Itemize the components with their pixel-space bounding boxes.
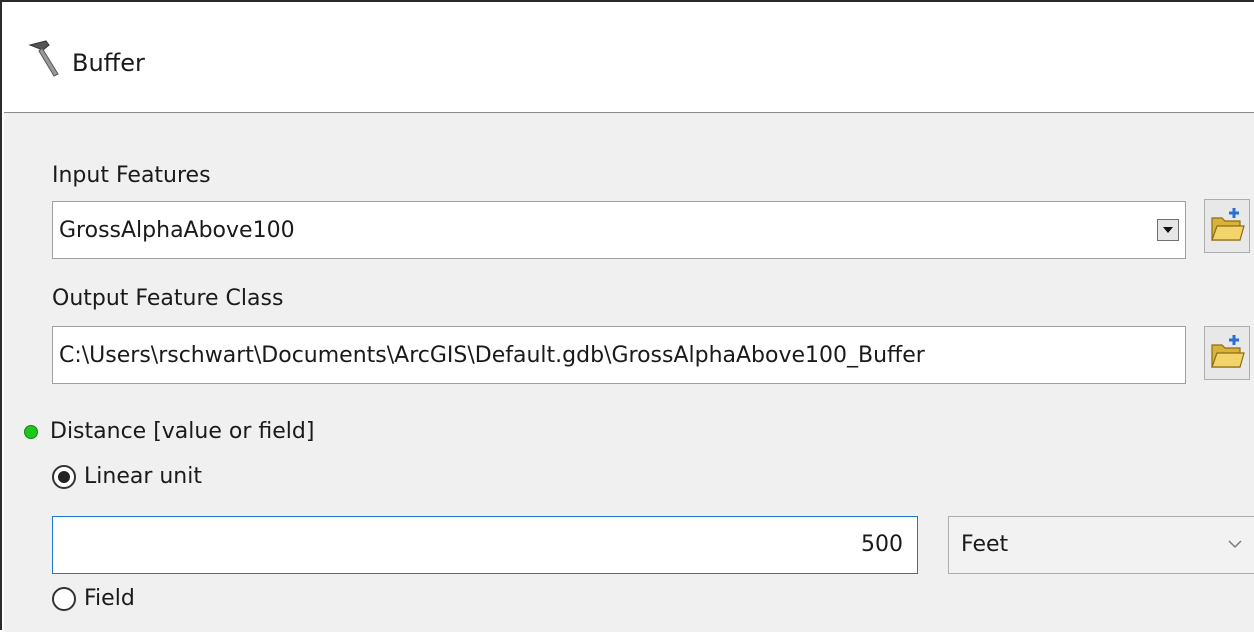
distance-unit-select[interactable]: Feet	[948, 516, 1254, 574]
output-feature-class-browse-button[interactable]	[1204, 326, 1250, 380]
distance-value: 500	[861, 532, 903, 557]
open-folder-icon	[1211, 335, 1245, 368]
output-feature-class-value: C:\Users\rschwart\Documents\ArcGIS\Defau…	[59, 343, 925, 368]
input-features-browse-button[interactable]	[1204, 199, 1250, 253]
input-features-combobox[interactable]: GrossAlphaAbove100	[52, 201, 1186, 259]
distance-label: Distance [value or field]	[50, 419, 315, 444]
required-parameter-indicator	[24, 425, 38, 439]
output-feature-class-label: Output Feature Class	[52, 286, 284, 311]
chevron-down-icon	[1228, 540, 1242, 549]
distance-value-input[interactable]: 500	[52, 516, 918, 574]
buffer-tool-window: Buffer Input Features GrossAlphaAbove100…	[0, 0, 1254, 632]
distance-unit-value: Feet	[961, 532, 1009, 557]
input-features-label: Input Features	[52, 163, 211, 188]
open-folder-icon	[1211, 208, 1245, 241]
input-features-value: GrossAlphaAbove100	[59, 218, 295, 243]
window-title: Buffer	[72, 49, 145, 77]
output-feature-class-input[interactable]: C:\Users\rschwart\Documents\ArcGIS\Defau…	[52, 326, 1186, 384]
field-radio[interactable]	[52, 587, 76, 611]
title-bar: Buffer	[4, 4, 1254, 113]
linear-unit-label[interactable]: Linear unit	[84, 463, 202, 491]
field-label[interactable]: Field	[84, 585, 135, 613]
tool-parameters-panel: Input Features GrossAlphaAbove100 Output…	[4, 113, 1254, 632]
linear-unit-radio[interactable]	[52, 465, 76, 489]
hammer-icon	[22, 36, 66, 80]
dropdown-arrow-icon[interactable]	[1157, 219, 1179, 241]
